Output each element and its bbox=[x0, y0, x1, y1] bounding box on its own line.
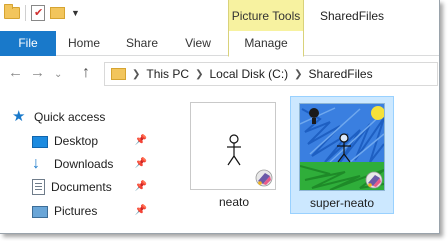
recent-locations-chevron-icon[interactable]: ⌄ bbox=[54, 66, 62, 84]
sidebar-item-pictures[interactable]: Pictures 📌 bbox=[32, 200, 157, 222]
scribble-landscape-drawing bbox=[300, 104, 384, 190]
back-arrow-icon[interactable]: ← bbox=[8, 64, 23, 82]
breadcrumb-local-disk[interactable]: Local Disk (C:) bbox=[209, 67, 288, 81]
pin-icon[interactable]: 📌 bbox=[135, 181, 147, 192]
chevron-right-icon[interactable]: ❯ bbox=[195, 69, 203, 80]
stick-figure-drawing bbox=[191, 103, 275, 189]
toolbar-divider bbox=[25, 5, 26, 21]
breadcrumb-sharedfiles[interactable]: SharedFiles bbox=[309, 67, 373, 81]
folder-icon bbox=[111, 68, 126, 80]
navigation-pane: ★ Quick access Desktop 📌 ↓ Downloads 📌 D… bbox=[0, 100, 170, 233]
pin-icon[interactable]: 📌 bbox=[135, 135, 147, 146]
star-icon: ★ bbox=[12, 108, 26, 125]
pictures-icon bbox=[32, 206, 48, 218]
sidebar-item-label: Downloads bbox=[54, 157, 114, 171]
file-tile-super-neato[interactable]: super-neato bbox=[290, 96, 394, 214]
tab-file[interactable]: File bbox=[0, 31, 56, 56]
sidebar-item-label: Quick access bbox=[34, 110, 106, 124]
tab-view[interactable]: View bbox=[176, 31, 220, 56]
properties-icon[interactable] bbox=[31, 5, 45, 21]
breadcrumb-this-pc[interactable]: This PC bbox=[146, 67, 189, 81]
chevron-right-icon[interactable]: ❯ bbox=[132, 69, 140, 80]
sidebar-item-label: Pictures bbox=[54, 204, 98, 218]
file-tile-neato[interactable]: neato bbox=[182, 96, 286, 214]
window-title: SharedFiles bbox=[320, 9, 385, 23]
sidebar-item-desktop[interactable]: Desktop 📌 bbox=[32, 130, 157, 152]
desktop-icon bbox=[32, 136, 48, 148]
tab-home[interactable]: Home bbox=[60, 31, 108, 56]
sidebar-item-label: Documents bbox=[51, 180, 112, 194]
pin-icon[interactable]: 📌 bbox=[135, 158, 147, 169]
downloads-icon: ↓ bbox=[32, 155, 40, 172]
sidebar-item-documents[interactable]: Documents 📌 bbox=[32, 176, 157, 198]
title-bar: ▼ Picture Tools SharedFiles bbox=[0, 0, 439, 31]
pin-icon[interactable]: 📌 bbox=[135, 205, 147, 216]
documents-icon bbox=[32, 179, 45, 195]
explorer-window: ▼ Picture Tools SharedFiles File Home Sh… bbox=[0, 0, 440, 234]
customize-dropdown-icon[interactable]: ▼ bbox=[71, 8, 80, 18]
picture-tools-context: Picture Tools bbox=[228, 0, 304, 31]
chevron-right-icon[interactable]: ❯ bbox=[294, 69, 302, 80]
paint-file-thumbnail bbox=[190, 102, 276, 190]
forward-arrow-icon[interactable]: → bbox=[30, 64, 45, 82]
sidebar-item-label: Desktop bbox=[54, 134, 99, 148]
tab-share[interactable]: Share bbox=[118, 31, 166, 56]
file-name: super-neato bbox=[309, 196, 375, 210]
sidebar-item-downloads[interactable]: ↓ Downloads 📌 bbox=[32, 153, 157, 175]
file-name: neato bbox=[218, 195, 250, 209]
quick-access-toolbar: ▼ bbox=[4, 4, 80, 21]
tab-manage[interactable]: Manage bbox=[228, 31, 304, 57]
picture-tools-label: Picture Tools bbox=[231, 9, 301, 23]
folder-icon bbox=[4, 4, 20, 19]
ribbon-tabs: File Home Share View Manage bbox=[0, 31, 439, 57]
file-list: neato super-neato bbox=[176, 92, 439, 233]
paint-file-thumbnail bbox=[299, 103, 385, 191]
sidebar-item-quick-access[interactable]: ★ Quick access bbox=[12, 106, 177, 128]
up-arrow-icon[interactable]: ↑ bbox=[82, 64, 90, 82]
address-bar[interactable]: ❯ This PC ❯ Local Disk (C:) ❯ SharedFile… bbox=[104, 62, 438, 86]
new-folder-icon[interactable] bbox=[50, 7, 65, 19]
navigation-row: ← → ⌄ ↑ ❯ This PC ❯ Local Disk (C:) ❯ Sh… bbox=[0, 58, 439, 90]
